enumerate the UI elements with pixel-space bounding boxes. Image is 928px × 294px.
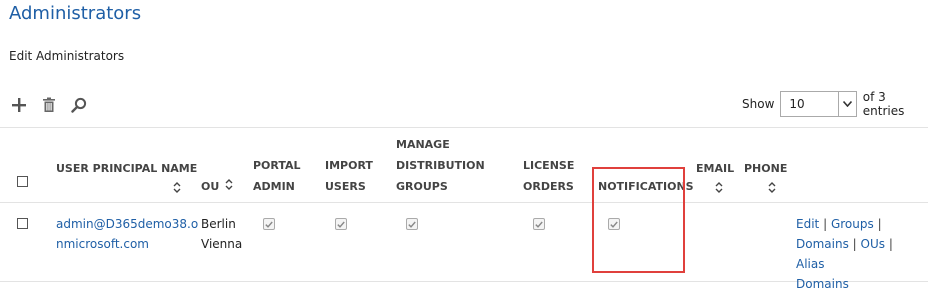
actions-line: Domains | OUs | Alias Domains	[796, 234, 928, 294]
sort-icon[interactable]	[173, 182, 181, 193]
checkmark-icon	[337, 221, 345, 228]
column-header-ou[interactable]: OU	[201, 176, 219, 197]
chevron-down-icon[interactable]	[837, 92, 856, 116]
search-button[interactable]	[68, 95, 90, 115]
column-header-license-orders: LICENSE ORDERS	[523, 155, 574, 197]
column-header-label: ORDERS	[523, 180, 574, 193]
portal-admin-checkbox	[263, 218, 275, 230]
sort-icon[interactable]	[768, 182, 776, 193]
toolbar	[8, 95, 98, 115]
column-header-label: USERS	[325, 180, 366, 193]
checkmark-icon	[408, 221, 416, 228]
column-header-portal-admin: PORTAL ADMIN	[253, 155, 301, 197]
edit-link[interactable]: Edit	[796, 217, 819, 231]
delete-button[interactable]	[38, 95, 60, 115]
header-top-divider	[0, 127, 928, 128]
checkmark-icon	[535, 221, 543, 228]
column-header-import-users: IMPORT USERS	[325, 155, 373, 197]
column-header-label: DISTRIBUTION	[396, 159, 485, 172]
ou-cell: Berlin Vienna	[201, 214, 242, 254]
column-header-label: OU	[201, 180, 220, 193]
page-subtitle: Edit Administrators	[9, 49, 125, 63]
column-header-label: PHONE	[744, 162, 788, 175]
upn-line: admin@D365demo38.o	[56, 217, 199, 231]
ou-value: Vienna	[201, 237, 243, 251]
actions-line: Edit | Groups |	[796, 214, 928, 234]
add-button[interactable]	[8, 95, 30, 115]
upn-line: nmicrosoft.com	[56, 237, 149, 251]
manage-distribution-groups-checkbox	[406, 218, 418, 230]
table-bottom-divider	[0, 281, 928, 282]
groups-link[interactable]: Groups	[831, 217, 874, 231]
page-title: Administrators	[9, 3, 142, 24]
row-checkbox[interactable]	[17, 218, 28, 229]
trash-icon	[43, 97, 55, 112]
separator: |	[888, 237, 893, 251]
search-icon	[71, 97, 87, 113]
sort-icon[interactable]	[225, 179, 233, 190]
column-header-email[interactable]: EMAIL	[696, 158, 734, 179]
column-header-label: MANAGE	[396, 138, 450, 151]
import-users-checkbox	[335, 218, 347, 230]
plus-icon	[12, 98, 26, 112]
upn-link[interactable]: admin@D365demo38.o nmicrosoft.com	[56, 214, 198, 254]
sort-icon[interactable]	[715, 182, 723, 193]
row-actions: Edit | Groups | Domains | OUs | Alias Do…	[796, 214, 928, 294]
checkmark-icon	[265, 221, 273, 228]
page-size-value: 10	[789, 97, 805, 111]
header-bottom-divider	[0, 202, 928, 203]
domains-link[interactable]: Domains	[796, 237, 849, 251]
alias-domains-link[interactable]: Alias Domains	[796, 254, 876, 294]
column-header-label: USER PRINCIPAL NAME	[56, 162, 198, 175]
separator: |	[852, 237, 857, 251]
column-header-label: EMAIL	[696, 162, 735, 175]
column-header-manage-distribution-groups: MANAGE DISTRIBUTION GROUPS	[396, 134, 485, 197]
column-header-label: GROUPS	[396, 180, 448, 193]
column-header-upn[interactable]: USER PRINCIPAL NAME	[56, 158, 197, 179]
ous-link[interactable]: OUs	[861, 237, 885, 251]
column-header-phone[interactable]: PHONE	[744, 158, 787, 179]
page-size-control: Show 10 of 3 entries	[742, 90, 928, 118]
ou-value: Berlin	[201, 217, 236, 231]
column-header-label: IMPORT	[325, 159, 373, 172]
select-all-checkbox[interactable]	[17, 176, 28, 187]
column-header-label: ADMIN	[253, 180, 295, 193]
license-orders-checkbox	[533, 218, 545, 230]
column-header-label: PORTAL	[253, 159, 301, 172]
separator: |	[877, 217, 882, 231]
column-header-label: LICENSE	[523, 159, 575, 172]
page-size-select[interactable]: 10	[780, 91, 857, 117]
separator: |	[823, 217, 828, 231]
show-label: Show	[742, 97, 775, 111]
entries-count: of 3 entries	[862, 90, 905, 118]
notifications-highlight-box	[592, 167, 685, 273]
